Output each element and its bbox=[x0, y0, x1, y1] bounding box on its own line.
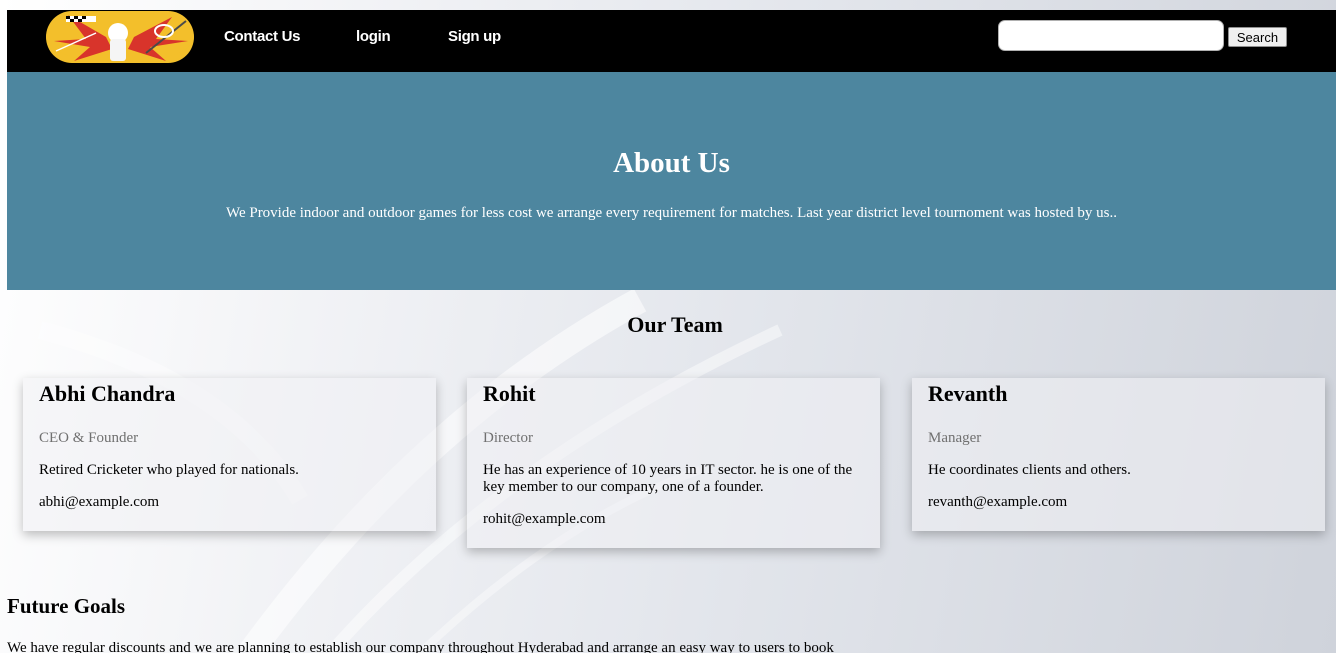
member-name: Revanth bbox=[928, 381, 1008, 406]
about-hero: About Us We Provide indoor and outdoor g… bbox=[7, 72, 1336, 290]
team-card-abhi: Abhi Chandra CEO & Founder Retired Crick… bbox=[23, 378, 436, 531]
member-role: Manager bbox=[928, 430, 982, 446]
member-email: rohit@example.com bbox=[483, 511, 606, 527]
future-goals-text: We have regular discounts and we are pla… bbox=[7, 640, 834, 653]
member-email: abhi@example.com bbox=[39, 494, 160, 510]
logo[interactable] bbox=[46, 11, 194, 63]
about-description: We Provide indoor and outdoor games for … bbox=[225, 205, 1118, 221]
member-name: Abhi Chandra bbox=[39, 381, 176, 406]
search-button[interactable]: Search bbox=[1228, 27, 1287, 47]
page: Contact Us login Sign up Search About Us… bbox=[0, 0, 1336, 653]
about-title: About Us bbox=[613, 147, 730, 179]
team-card-rohit: Rohit Director He has an experience of 1… bbox=[467, 378, 880, 548]
member-description: He has an experience of 10 years in IT s… bbox=[483, 462, 853, 495]
sports-logo-icon bbox=[46, 11, 194, 63]
future-goals-heading: Future Goals bbox=[7, 594, 126, 618]
member-name: Rohit bbox=[483, 381, 536, 406]
team-heading: Our Team bbox=[627, 312, 723, 337]
member-email: revanth@example.com bbox=[928, 494, 1068, 510]
search-input[interactable] bbox=[998, 20, 1224, 51]
nav-contact-us[interactable]: Contact Us bbox=[224, 28, 300, 45]
member-role: CEO & Founder bbox=[39, 430, 139, 446]
member-role: Director bbox=[483, 430, 533, 446]
nav-login[interactable]: login bbox=[356, 28, 391, 45]
team-card-revanth: Revanth Manager He coordinates clients a… bbox=[912, 378, 1325, 531]
nav-sign-up[interactable]: Sign up bbox=[448, 28, 501, 45]
member-description: Retired Cricketer who played for nationa… bbox=[39, 462, 299, 478]
member-description: He coordinates clients and others. bbox=[928, 462, 1131, 478]
navbar: Contact Us login Sign up Search bbox=[7, 10, 1336, 72]
